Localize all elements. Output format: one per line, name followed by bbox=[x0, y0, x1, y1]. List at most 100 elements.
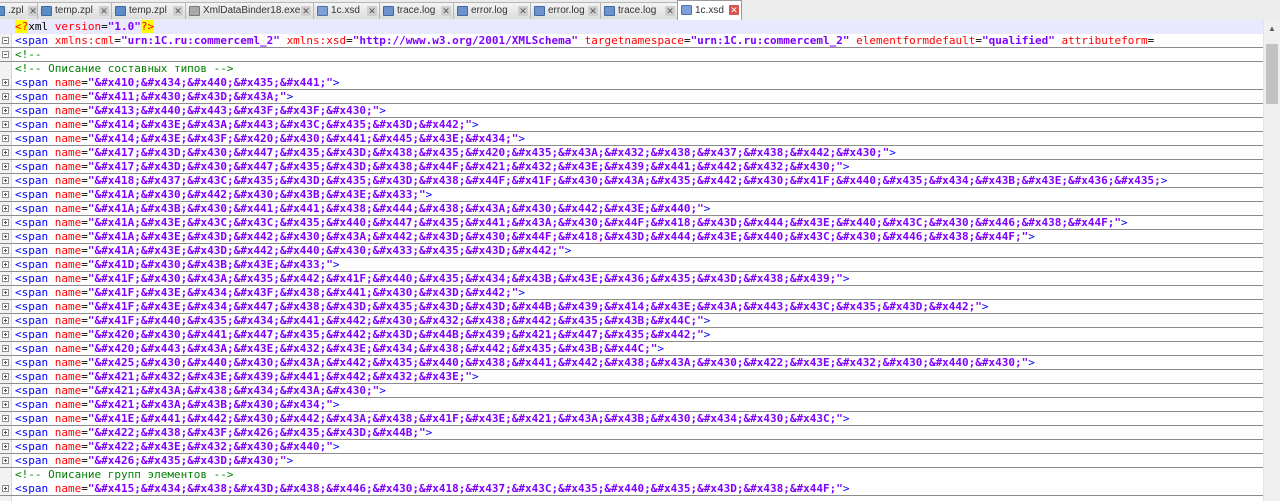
type-definition-line: <span name="&#x41A;&#x43E;&#x43C;&#x43C;… bbox=[0, 216, 1263, 230]
tag-close: > bbox=[379, 104, 386, 117]
attr-value: "&#x421;&#x43A;&#x438;&#x434;&#x43A;&#x4… bbox=[87, 384, 380, 397]
fold-collapse-icon[interactable] bbox=[2, 37, 9, 44]
tag-open: <span bbox=[15, 454, 49, 467]
type-definition-line: <span name="&#x418;&#x437;&#x43C;&#x435;… bbox=[0, 174, 1263, 188]
xml-editor[interactable]: <?xml version="1.0"?> <span xmlns:cml="ur… bbox=[0, 20, 1263, 501]
close-tab-icon[interactable]: ✕ bbox=[173, 6, 183, 16]
equals: = bbox=[683, 34, 691, 47]
equals: = bbox=[81, 244, 88, 257]
tab-1c-xsd[interactable]: 1c.xsd ✕ bbox=[313, 2, 380, 19]
tag-close: > bbox=[425, 426, 433, 439]
fold-expand-icon[interactable] bbox=[2, 163, 9, 170]
equals: = bbox=[81, 146, 88, 159]
close-tab-icon[interactable]: ✕ bbox=[588, 6, 598, 16]
attr-value: "&#x417;&#x43D;&#x430;&#x447;&#x435;&#x4… bbox=[87, 146, 890, 159]
fold-expand-icon[interactable] bbox=[2, 485, 9, 492]
fold-expand-icon[interactable] bbox=[2, 177, 9, 184]
attr-name: name bbox=[54, 104, 82, 117]
fold-expand-icon[interactable] bbox=[2, 79, 9, 86]
fold-expand-icon[interactable] bbox=[2, 233, 9, 240]
tab-temp-zpl[interactable]: temp.zpl ✕ bbox=[111, 2, 186, 19]
fold-expand-icon[interactable] bbox=[2, 373, 9, 380]
fold-expand-icon[interactable] bbox=[2, 261, 9, 268]
fold-expand-icon[interactable] bbox=[2, 107, 9, 114]
fold-expand-icon[interactable] bbox=[2, 317, 9, 324]
fold-expand-icon[interactable] bbox=[2, 149, 9, 156]
type-definition-line: <span name="&#x41A;&#x430;&#x442;&#x430;… bbox=[0, 188, 1263, 202]
attr-value: "&#x411;&#x430;&#x43D;&#x43A;" bbox=[87, 90, 287, 103]
document-tab-bar: .zpl ✕ temp.zpl ✕ temp.zpl ✕ XmlDataBinder18.e… bbox=[0, 0, 1280, 21]
vertical-scrollbar[interactable]: ▲ bbox=[1263, 20, 1280, 501]
tag-open: <span bbox=[15, 384, 49, 397]
fold-expand-icon[interactable] bbox=[2, 135, 9, 142]
scrollbar-thumb[interactable] bbox=[1266, 44, 1278, 104]
tab-zpl[interactable]: .zpl ✕ bbox=[0, 2, 41, 19]
fold-expand-icon[interactable] bbox=[2, 443, 9, 450]
tag-open: <span bbox=[15, 230, 49, 243]
equals: = bbox=[81, 454, 88, 467]
tab-1c-xsd[interactable]: 1c.xsd ✕ bbox=[677, 0, 742, 20]
pi-open: <? bbox=[15, 20, 29, 33]
close-tab-icon[interactable]: ✕ bbox=[441, 6, 451, 16]
tab-error-log[interactable]: error.log ✕ bbox=[530, 2, 601, 19]
scroll-up-icon[interactable]: ▲ bbox=[1264, 20, 1280, 37]
fold-expand-icon[interactable] bbox=[2, 219, 9, 226]
attr-value: "&#x414;&#x43E;&#x43A;&#x443;&#x43C;&#x4… bbox=[87, 118, 472, 131]
comment-line: <!-- Описание составных типов --> bbox=[0, 62, 1263, 76]
fold-expand-icon[interactable] bbox=[2, 289, 9, 296]
fold-expand-icon[interactable] bbox=[2, 359, 9, 366]
tag-close: > bbox=[286, 90, 294, 103]
close-tab-icon[interactable]: ✕ bbox=[367, 6, 377, 16]
close-tab-icon[interactable]: ✕ bbox=[729, 5, 739, 15]
tab-trace-log[interactable]: trace.log ✕ bbox=[600, 2, 678, 19]
tag-open: <span bbox=[15, 104, 49, 117]
close-tab-icon[interactable]: ✕ bbox=[99, 6, 109, 16]
fold-expand-icon[interactable] bbox=[2, 275, 9, 282]
close-tab-icon[interactable]: ✕ bbox=[518, 6, 528, 16]
attr-value: "&#x410;&#x434;&#x440;&#x435;&#x441;" bbox=[87, 76, 333, 89]
tab-trace-log[interactable]: trace.log ✕ bbox=[379, 2, 454, 19]
fold-expand-icon[interactable] bbox=[2, 429, 9, 436]
attr-value: "&#x41D;&#x430;&#x43B;&#x43E;&#x433;" bbox=[87, 258, 333, 271]
fold-expand-icon[interactable] bbox=[2, 247, 9, 254]
fold-collapse-icon[interactable] bbox=[2, 51, 9, 58]
fold-expand-icon[interactable] bbox=[2, 387, 9, 394]
tab-temp-zpl[interactable]: temp.zpl ✕ bbox=[37, 2, 112, 19]
attr-value: "urn:1C.ru:commerceml_2" bbox=[690, 34, 850, 47]
attr-name: name bbox=[54, 272, 82, 285]
type-definition-line: <span name="&#x417;&#x43D;&#x430;&#x447;… bbox=[0, 160, 1263, 174]
attr-value: "&#x425;&#x430;&#x440;&#x430;&#x43A;&#x4… bbox=[87, 356, 1029, 369]
fold-expand-icon[interactable] bbox=[2, 345, 9, 352]
tab-error-log[interactable]: error.log ✕ bbox=[453, 2, 531, 19]
tag-close: > bbox=[703, 314, 711, 327]
attr-name: name bbox=[54, 146, 82, 159]
tag-open: <span bbox=[15, 132, 49, 145]
close-tab-icon[interactable]: ✕ bbox=[301, 6, 311, 16]
fold-expand-icon[interactable] bbox=[2, 415, 9, 422]
attr-name: name bbox=[54, 384, 82, 397]
attr-name: name bbox=[54, 202, 82, 215]
close-tab-icon[interactable]: ✕ bbox=[665, 6, 675, 16]
attr-value: "&#x422;&#x43E;&#x432;&#x430;&#x440;" bbox=[87, 440, 333, 453]
fold-expand-icon[interactable] bbox=[2, 205, 9, 212]
tag-open: <span bbox=[15, 244, 49, 257]
tag-open: <span bbox=[15, 356, 49, 369]
fold-expand-icon[interactable] bbox=[2, 457, 9, 464]
fold-expand-icon[interactable] bbox=[2, 191, 9, 198]
fold-expand-icon[interactable] bbox=[2, 93, 9, 100]
tag-open: <span bbox=[15, 300, 49, 313]
fold-expand-icon[interactable] bbox=[2, 303, 9, 310]
tab-xmldatabinder18-exe[interactable]: XmlDataBinder18.exe ✕ bbox=[185, 2, 314, 19]
fold-expand-icon[interactable] bbox=[2, 331, 9, 338]
pi-close: ?> bbox=[140, 20, 155, 33]
fold-expand-icon[interactable] bbox=[2, 401, 9, 408]
equals: = bbox=[81, 216, 88, 229]
fold-expand-icon[interactable] bbox=[2, 121, 9, 128]
